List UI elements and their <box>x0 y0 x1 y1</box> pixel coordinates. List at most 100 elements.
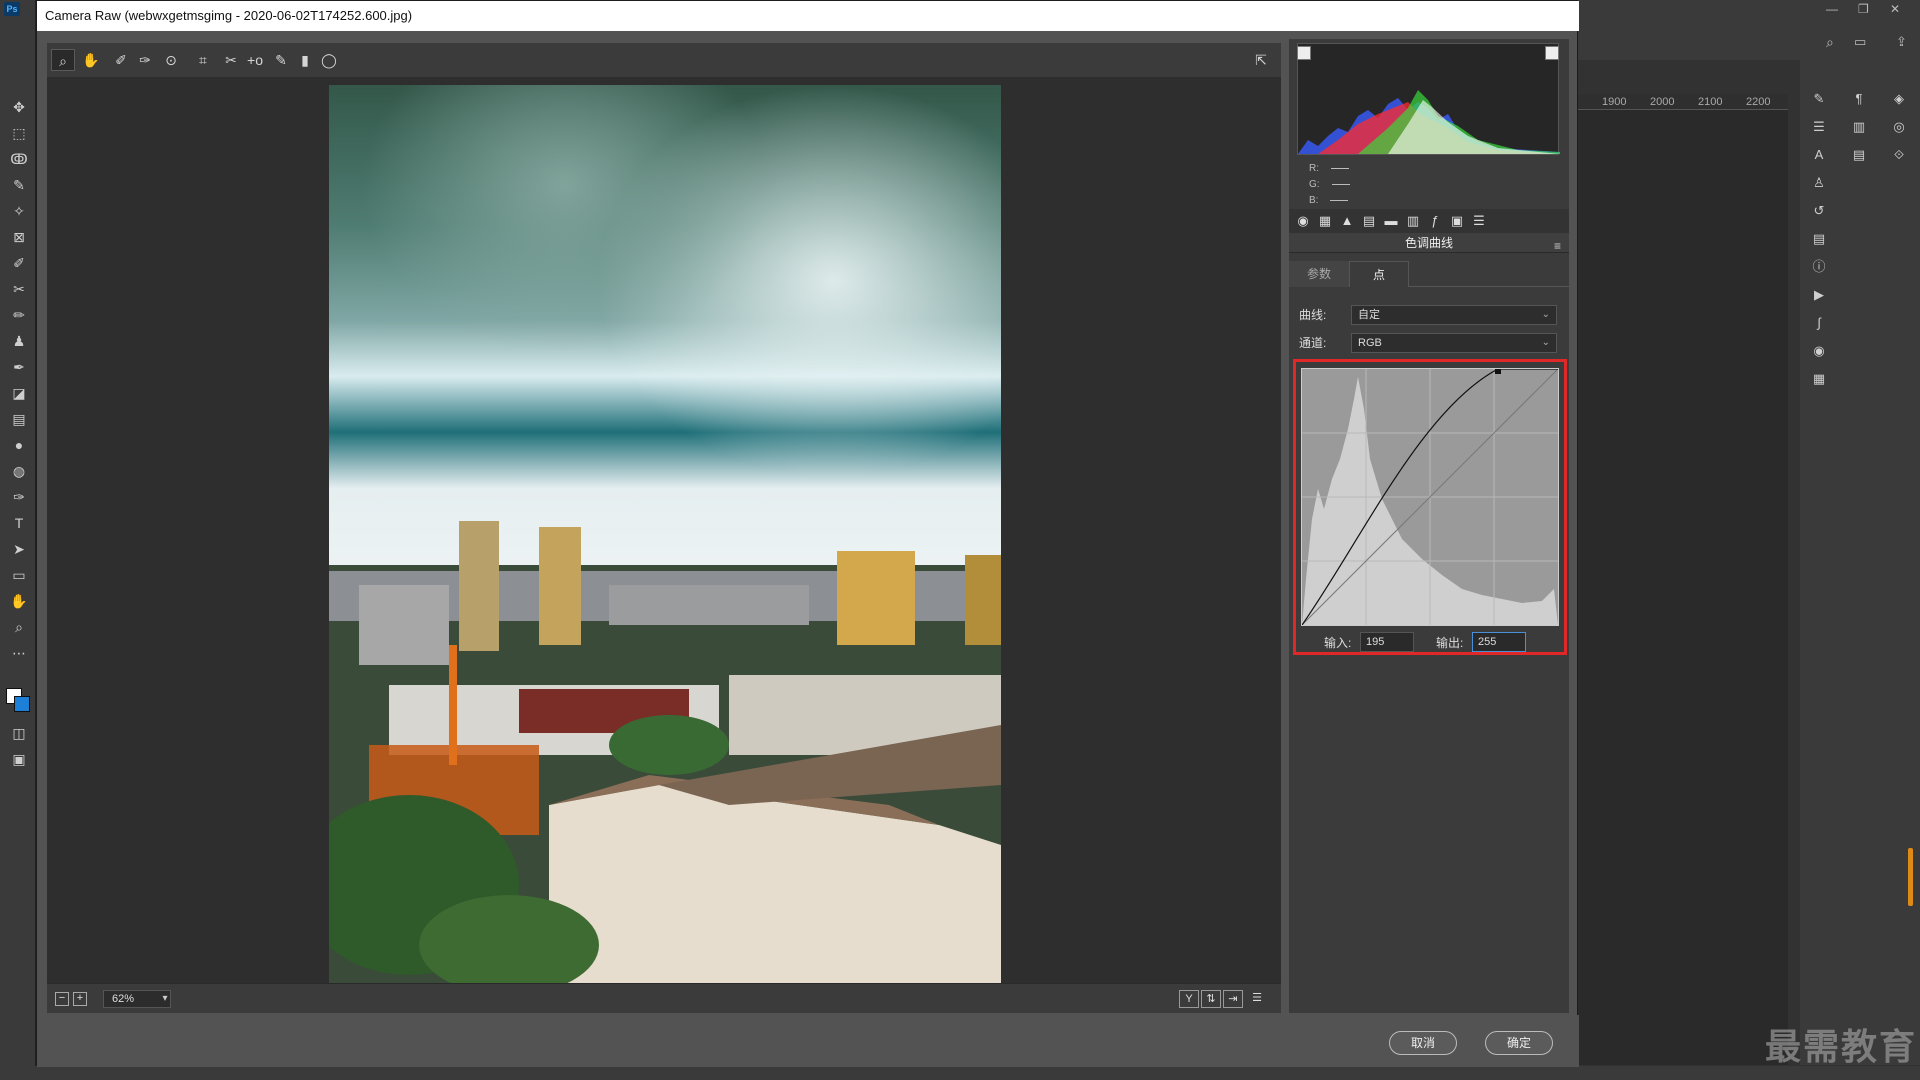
background-color-swatch[interactable] <box>14 696 30 712</box>
info-icon[interactable]: ⓘ <box>1808 256 1830 278</box>
curve-preset-select[interactable]: 自定 ⌄ <box>1351 305 1557 325</box>
brushes-icon[interactable]: ∫ <box>1808 312 1830 334</box>
ps-document-canvas <box>1578 110 1788 1065</box>
screen-mode-icon[interactable]: ▣ <box>8 748 30 770</box>
preview-preferences-icon[interactable]: ☰ <box>1247 990 1267 1008</box>
shape-tool-icon[interactable]: ▭ <box>8 564 30 586</box>
b-label: B: <box>1309 195 1319 206</box>
history-icon[interactable]: ↺ <box>1808 200 1830 222</box>
pen-tool-icon[interactable]: ✑ <box>8 486 30 508</box>
panel-scrollbar[interactable] <box>1908 848 1913 906</box>
clone-source-icon[interactable]: ♙ <box>1808 172 1830 194</box>
paragraph-icon[interactable]: ¶ <box>1848 88 1870 110</box>
more-tools-icon[interactable]: ⋯ <box>8 642 30 664</box>
adjustment-brush-icon[interactable]: ✎ <box>269 49 293 71</box>
history-brush-tool-icon[interactable]: ✒ <box>8 356 30 378</box>
quick-select-tool-icon[interactable]: ✎ <box>8 174 30 196</box>
crop-tool-icon[interactable]: ✂ <box>8 278 30 300</box>
red-eye-tool-icon[interactable]: +o <box>243 49 267 71</box>
white-balance-tool-icon[interactable]: ✐ <box>109 49 133 71</box>
type-tool-icon[interactable]: T <box>8 512 30 534</box>
crop-tool-icon[interactable]: ⌗ <box>191 49 215 71</box>
channel-select[interactable]: RGB ⌄ <box>1351 333 1557 353</box>
copy-settings-icon[interactable]: ⇥ <box>1223 990 1243 1008</box>
layers-icon[interactable]: ◈ <box>1888 88 1910 110</box>
chevron-down-icon: ⌄ <box>1541 309 1550 320</box>
lasso-tool-icon[interactable]: ↂ <box>8 148 30 170</box>
detail-tab-icon[interactable]: ▲ <box>1337 211 1357 231</box>
r-label: R: <box>1309 163 1319 174</box>
panel-title: 色调曲线 ≡ <box>1289 233 1569 253</box>
zoom-tool-icon[interactable]: ⌕ <box>51 49 75 71</box>
workspace-icon[interactable]: ▭ <box>1854 34 1866 50</box>
character-icon[interactable]: A <box>1808 144 1830 166</box>
paths-icon[interactable]: ⟐ <box>1888 144 1910 166</box>
quick-mask-icon[interactable]: ◫ <box>8 722 30 744</box>
preview-bottom-bar: − + 62% ▾ Y ⇅ ⇥ ☰ <box>47 983 1281 1013</box>
before-after-toggle[interactable]: Y <box>1179 990 1199 1008</box>
calibration-tab-icon[interactable]: ▣ <box>1447 211 1467 231</box>
fullscreen-toggle-icon[interactable]: ⇱ <box>1249 49 1273 71</box>
lens-corrections-tab-icon[interactable]: ▥ <box>1403 211 1423 231</box>
rgb-readout: R: G: B: <box>1309 161 1350 209</box>
targeted-adjustment-tool-icon[interactable]: ⊙ <box>159 49 183 71</box>
swap-settings-icon[interactable]: ⇅ <box>1201 990 1221 1008</box>
cancel-button[interactable]: 取消 <box>1389 1031 1457 1055</box>
tone-curve-tab-icon[interactable]: ▦ <box>1315 211 1335 231</box>
stamp-tool-icon[interactable]: ♟ <box>8 330 30 352</box>
panel-menu-icon[interactable]: ≡ <box>1554 236 1561 256</box>
properties-icon[interactable]: ▤ <box>1808 228 1830 250</box>
magic-wand-tool-icon[interactable]: ✧ <box>8 200 30 222</box>
notes-icon[interactable]: ▤ <box>1848 144 1870 166</box>
radial-filter-icon[interactable]: ◯ <box>317 49 341 71</box>
gradient-tool-icon[interactable]: ▤ <box>8 408 30 430</box>
path-select-tool-icon[interactable]: ➤ <box>8 538 30 560</box>
output-field[interactable]: 255 <box>1472 632 1526 652</box>
highlight-clipping-toggle[interactable] <box>1545 46 1559 60</box>
frame-tool-icon[interactable]: ⊠ <box>8 226 30 248</box>
histogram <box>1297 43 1560 155</box>
color-sampler-tool-icon[interactable]: ✑ <box>133 49 157 71</box>
camera-raw-toolbar: ⌕ ✋ ✐ ✑ ⊙ ⌗ ✂ +o ✎ ▮ ◯ ⇱ <box>47 43 1281 77</box>
basic-tab-icon[interactable]: ◉ <box>1293 211 1313 231</box>
effects-tab-icon[interactable]: ƒ <box>1425 211 1445 231</box>
graduated-filter-icon[interactable]: ▮ <box>293 49 317 71</box>
search-icon[interactable]: ⌕ <box>1826 34 1834 51</box>
share-icon[interactable]: ⇪ <box>1896 34 1907 50</box>
zoom-out-button[interactable]: − <box>55 992 69 1006</box>
brush-tool-icon[interactable]: ✏ <box>8 304 30 326</box>
dodge-tool-icon[interactable]: ◍ <box>8 460 30 482</box>
minimize-icon[interactable]: — <box>1826 2 1838 16</box>
adjustments-icon[interactable]: ☰ <box>1808 116 1830 138</box>
eraser-tool-icon[interactable]: ◪ <box>8 382 30 404</box>
restore-icon[interactable]: ❐ <box>1858 2 1869 16</box>
actions-play-icon[interactable]: ▶ <box>1808 284 1830 306</box>
chevron-down-icon: ⌄ <box>1541 337 1550 348</box>
zoom-tool-icon[interactable]: ⌕ <box>8 616 30 638</box>
3d-icon[interactable]: ◉ <box>1808 340 1830 362</box>
zoom-in-button[interactable]: + <box>73 992 87 1006</box>
input-field[interactable]: 195 <box>1360 632 1414 652</box>
blur-tool-icon[interactable]: ● <box>8 434 30 456</box>
hsl-tab-icon[interactable]: ▤ <box>1359 211 1379 231</box>
tab-point[interactable]: 点 <box>1349 261 1409 287</box>
hand-tool-icon[interactable]: ✋ <box>79 49 103 71</box>
channels-icon[interactable]: ◎ <box>1888 116 1910 138</box>
tone-curve-graph[interactable] <box>1301 368 1559 626</box>
split-toning-tab-icon[interactable]: ▬ <box>1381 211 1401 231</box>
adjustment-panel: R: G: B: ◉ ▦ ▲ ▤ ▬ ▥ ƒ ▣ ☰ 色调曲线 ≡ 参数 点 曲… <box>1289 39 1569 1013</box>
brush-settings-icon[interactable]: ✎ <box>1808 88 1830 110</box>
libraries-icon[interactable]: ▥ <box>1848 116 1870 138</box>
tab-parametric[interactable]: 参数 <box>1289 261 1349 287</box>
close-icon[interactable]: ✕ <box>1890 2 1900 16</box>
spot-removal-tool-icon[interactable]: ✂ <box>219 49 243 71</box>
ok-button[interactable]: 确定 <box>1485 1031 1553 1055</box>
hand-tool-icon[interactable]: ✋ <box>8 590 30 612</box>
move-tool-icon[interactable]: ✥ <box>8 96 30 118</box>
zoom-dropdown-icon[interactable]: ▾ <box>157 990 173 1008</box>
shadow-clipping-toggle[interactable] <box>1297 46 1311 60</box>
eyedropper-tool-icon[interactable]: ✐ <box>8 252 30 274</box>
table-icon[interactable]: ▦ <box>1808 368 1830 390</box>
presets-tab-icon[interactable]: ☰ <box>1469 211 1489 231</box>
marquee-tool-icon[interactable]: ⬚ <box>8 122 30 144</box>
